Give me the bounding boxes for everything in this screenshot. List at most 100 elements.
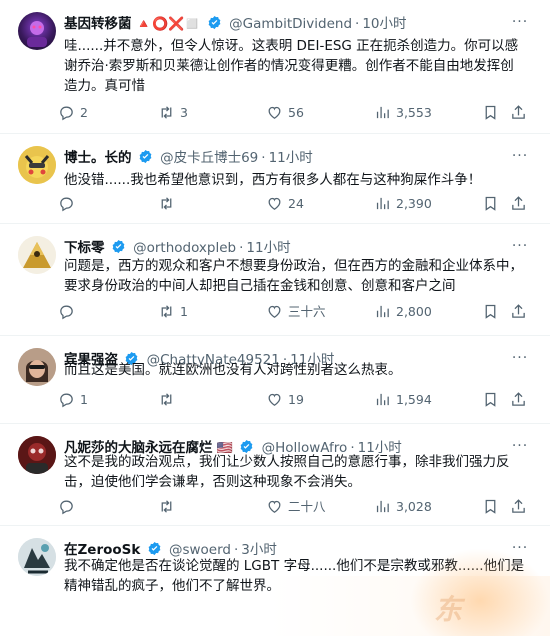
views-count: 3,028: [396, 499, 432, 514]
tweet-actions: 1 19 1,594: [58, 390, 525, 410]
like-icon: [268, 305, 281, 318]
tweet-header: 下标零 @orthodoxpleb · 11小时: [64, 238, 510, 258]
avatar[interactable]: [18, 12, 56, 50]
avatar[interactable]: [18, 348, 56, 386]
retweet-button[interactable]: [158, 194, 180, 214]
bookmark-button[interactable]: [482, 497, 504, 517]
like-button[interactable]: 24: [266, 194, 304, 214]
share-icon: [512, 499, 525, 513]
watermark-logo: 东: [410, 548, 550, 636]
tweet-text: 问题是，西方的观众和客户不想要身份政治，但在西方的金融和企业体系中，要求身份政治…: [64, 258, 523, 294]
share-icon: [512, 196, 525, 210]
views-count: 3,553: [396, 105, 432, 120]
avatar[interactable]: [18, 436, 56, 474]
like-icon: [268, 106, 281, 119]
like-count: 二十八: [288, 499, 326, 514]
display-name[interactable]: 下标零: [64, 240, 105, 256]
bookmark-button[interactable]: [482, 302, 504, 322]
views-button[interactable]: 2,800: [374, 302, 432, 322]
bookmark-button[interactable]: [482, 390, 504, 410]
name-emoji: 🔺⭕❌◻️: [135, 17, 201, 32]
share-icon: [512, 392, 525, 406]
watermark-text: 东: [434, 593, 463, 626]
reply-button[interactable]: 1: [58, 390, 88, 410]
share-button[interactable]: [510, 103, 532, 123]
tweet-text: 他没错......我也希望他意识到，西方有很多人都在与这种狗屎作斗争！: [64, 172, 482, 188]
avatar[interactable]: [18, 146, 56, 184]
retweet-button[interactable]: [158, 497, 180, 517]
reply-button[interactable]: [58, 194, 80, 214]
display-name[interactable]: 博士。长的: [64, 150, 132, 166]
tweet-2[interactable]: 博士。长的 @皮卡丘博士69 · 11小时 ··· 他没错......我也希望他意识…: [0, 134, 550, 224]
reply-icon: [60, 393, 73, 408]
reply-icon: [60, 500, 73, 515]
bookmark-button[interactable]: [482, 194, 504, 214]
more-icon[interactable]: ···: [510, 238, 530, 256]
avatar[interactable]: [18, 236, 56, 274]
verified-badge-icon: [208, 15, 221, 30]
more-icon[interactable]: ···: [510, 14, 530, 32]
reply-button[interactable]: [58, 302, 80, 322]
timestamp[interactable]: 11小时: [269, 150, 313, 166]
views-count: 2,390: [396, 196, 432, 211]
like-icon: [268, 500, 281, 513]
retweet-icon: [161, 197, 172, 210]
share-button[interactable]: [510, 497, 532, 517]
views-icon: [376, 393, 389, 406]
views-button[interactable]: 3,028: [374, 497, 432, 517]
more-icon[interactable]: ···: [510, 148, 530, 166]
tweet-actions: 二十八 3,028: [58, 497, 525, 517]
reply-count: 1: [80, 392, 88, 407]
share-icon: [512, 304, 525, 318]
like-count: 56: [288, 105, 304, 120]
reply-icon: [60, 305, 73, 320]
share-icon: [512, 105, 525, 119]
retweet-icon: [161, 106, 172, 119]
views-button[interactable]: 1,594: [374, 390, 432, 410]
reply-button[interactable]: [58, 497, 80, 517]
share-button[interactable]: [510, 194, 532, 214]
avatar[interactable]: [18, 538, 56, 576]
retweet-count: 1: [180, 304, 188, 319]
retweet-button[interactable]: 1: [158, 302, 188, 322]
bookmark-icon: [485, 304, 496, 319]
separator-dot: ·: [239, 240, 244, 256]
tweet-1[interactable]: 基因转移菌 🔺⭕❌◻️ @GambitDividend · 10小时 ··· 哇..…: [0, 0, 550, 134]
reply-count: 2: [80, 105, 88, 120]
tweet-3[interactable]: 下标零 @orthodoxpleb · 11小时 ··· 问题是，西方的观众和客户不…: [0, 224, 550, 336]
tweet-header: 基因转移菌 🔺⭕❌◻️ @GambitDividend · 10小时: [64, 14, 510, 34]
views-count: 2,800: [396, 304, 432, 319]
tweet-text: 哇......并不意外，但令人惊讶。这表明 DEI-ESG 正在扼杀创造力。你可…: [64, 38, 519, 94]
share-button[interactable]: [510, 302, 532, 322]
retweet-button[interactable]: [158, 390, 180, 410]
tweet-5[interactable]: 凡妮莎的大脑永远在腐烂 🇺🇸 @HollowAfro · 11小时 ··· 这不是我…: [0, 424, 550, 526]
bookmark-button[interactable]: [482, 103, 504, 123]
timestamp[interactable]: 11小时: [246, 240, 290, 256]
retweet-icon: [161, 305, 172, 318]
display-name[interactable]: 基因转移菌: [64, 16, 132, 32]
reply-button[interactable]: 2: [58, 103, 88, 123]
verified-badge-icon: [112, 239, 125, 254]
like-button[interactable]: 三十六: [266, 302, 326, 322]
user-handle[interactable]: @皮卡丘博士69: [160, 150, 258, 166]
separator-dot: ·: [261, 150, 266, 166]
timestamp[interactable]: 10小时: [362, 16, 406, 32]
bookmark-icon: [485, 499, 496, 514]
share-button[interactable]: [510, 390, 532, 410]
views-icon: [376, 106, 389, 119]
bookmark-icon: [485, 392, 496, 407]
tweet-4[interactable]: 宾果强盗 @ChattyNate49521 · 11小时 ··· 而且这是美国。就连…: [0, 336, 550, 424]
like-button[interactable]: 19: [266, 390, 304, 410]
like-button[interactable]: 56: [266, 103, 304, 123]
views-button[interactable]: 3,553: [374, 103, 432, 123]
user-handle[interactable]: @GambitDividend: [229, 16, 352, 32]
like-button[interactable]: 二十八: [266, 497, 326, 517]
separator-dot: ·: [355, 16, 360, 32]
tweet-actions: 1 三十六 2,800: [58, 302, 525, 322]
like-count: 三十六: [288, 304, 326, 319]
retweet-icon: [161, 500, 172, 513]
tweet-actions: 2 3 56 3,553: [58, 103, 525, 123]
views-button[interactable]: 2,390: [374, 194, 432, 214]
user-handle[interactable]: @orthodoxpleb: [133, 240, 236, 256]
retweet-button[interactable]: 3: [158, 103, 188, 123]
